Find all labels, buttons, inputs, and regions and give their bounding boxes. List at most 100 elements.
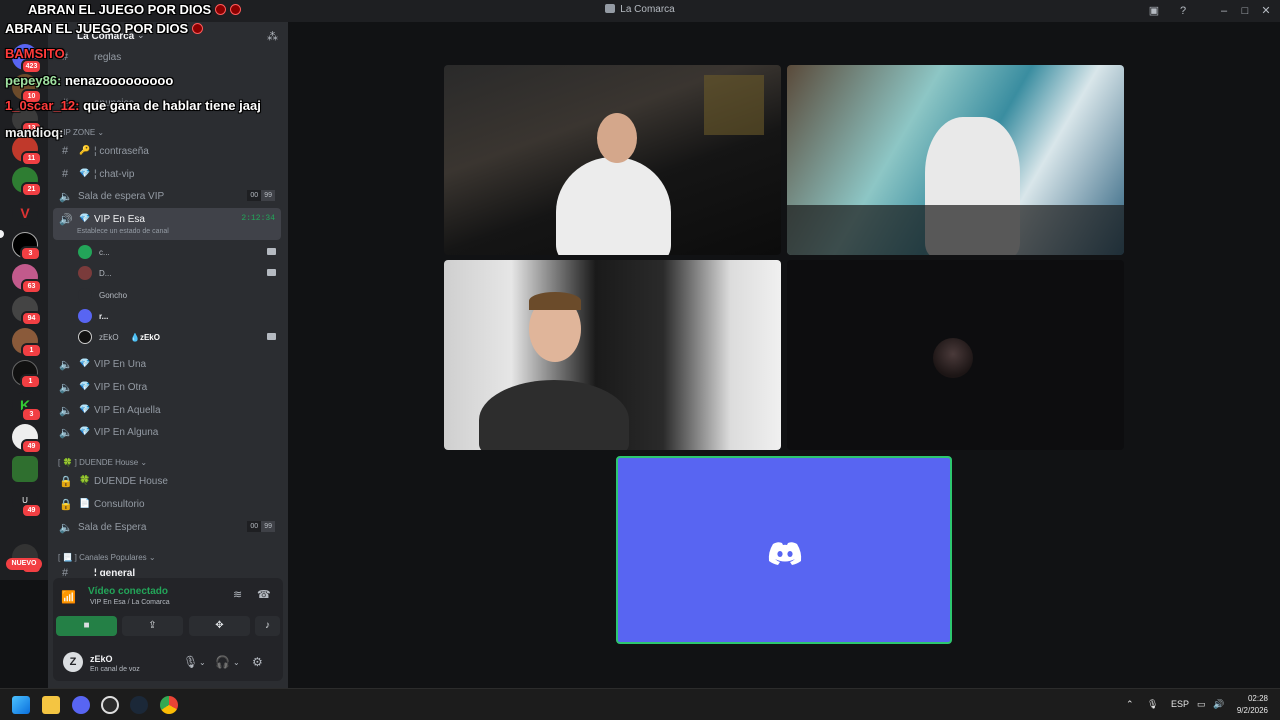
video-tile[interactable] [787,260,1124,450]
participant-video [479,380,629,450]
disconnect-icon[interactable]: ☎ [257,588,271,601]
chrome-icon[interactable] [160,696,178,714]
video-tile[interactable] [787,65,1124,255]
video-tile[interactable] [444,65,781,255]
overlay-message: ABRAN EL JUEGO POR DIOS [28,2,242,17]
voice-status: Vídeo conectado [88,586,169,597]
channel-reglas[interactable]: # reglas [53,46,281,68]
channel-general[interactable]: # ¦ general [53,564,281,576]
server-icon[interactable]: 1 [12,360,41,389]
help-icon[interactable]: ? [1175,3,1191,19]
server-icon[interactable]: 1 [12,328,42,358]
headphones-icon[interactable]: 🎧 [215,655,230,669]
steam-icon[interactable] [130,696,148,714]
start-icon[interactable] [12,696,30,714]
video-tile-speaking[interactable] [616,456,952,644]
avatar [78,330,92,344]
app-icon[interactable] [101,696,119,714]
channel-consultorio[interactable]: 🔒 📄 Consultorio [53,493,281,515]
voice-user[interactable]: Goncho [78,285,278,305]
discord-icon[interactable] [72,696,90,714]
avatar [78,309,92,323]
voice-user[interactable]: zEkO 💧zEkO [78,327,278,347]
voice-user[interactable]: D... [78,263,278,283]
gear-icon[interactable]: ⚙ [252,655,263,669]
overlay-message: 1_0scar_12: que gana de hablar tiene jaa… [5,98,261,113]
diamond-icon: 💎 [79,404,91,414]
category-popular[interactable]: [ 📃 ] Canales Populares ⌄ [58,553,156,562]
speaker-icon: 🔈 [59,427,73,439]
language-indicator[interactable]: ESP [1171,699,1189,709]
server-icon[interactable]: K3 [12,392,42,422]
close-button[interactable]: ✕ [1258,3,1274,19]
overlay-message: BAMSITO [5,46,65,61]
server-icon[interactable]: U 49 [12,488,42,518]
speaker-icon: 🔈 [59,405,73,417]
channel-status[interactable]: Establece un estado de canal [77,228,169,235]
chevron-down-icon[interactable]: ⌄ [233,658,240,667]
channel-duende-house[interactable]: 🔒 🍀 DUENDE House [53,470,281,492]
new-unread-pill[interactable]: NUEVO [6,558,42,570]
emote-icon [230,4,242,15]
inbox-icon[interactable]: ▣ [1146,3,1162,19]
lock-icon: 🔒 [59,499,73,511]
speaker-icon: 🔈 [59,359,73,371]
video-tile[interactable] [444,260,781,450]
microphone-icon[interactable]: 🎙 [1147,699,1158,710]
channel-sala-espera-vip[interactable]: 🔈 Sala de espera VIP 00 99 [53,185,281,207]
soundboard-button[interactable]: ♪ [255,616,280,636]
voice-user[interactable]: c... [78,242,278,262]
server-icon[interactable]: 94 [12,296,42,326]
server-icon[interactable]: 3 [12,232,41,261]
file-explorer-icon[interactable] [42,696,60,714]
server-icon[interactable]: 21 [12,167,42,197]
voice-user[interactable]: r... [78,306,278,326]
hash-icon: # [61,168,69,180]
avatar[interactable]: Z [63,652,83,672]
user-status: En canal de voz [90,666,140,673]
camera-button[interactable]: ■ [56,616,117,636]
avatar [933,338,973,378]
channel-vip-en-una[interactable]: 🔈 💎 VIP En Una [53,353,281,375]
maximize-button[interactable]: □ [1237,3,1253,19]
volume-icon[interactable]: 🔊 [1213,699,1224,710]
chevron-down-icon[interactable]: ⌄ [199,658,206,667]
screen-share-button[interactable]: ⇪ [122,616,183,636]
microphone-icon[interactable]: 🎙 [183,655,198,669]
server-icon[interactable]: V [12,200,38,226]
emote-icon [215,4,227,15]
channel-vip-en-esa[interactable]: 🔊 💎 VIP En Esa 2:12:34 [53,208,281,240]
channel-sala-de-espera[interactable]: 🔈 Sala de Espera 00 99 [53,516,281,538]
noise-suppression-icon[interactable]: ≋ [233,588,242,601]
camera-icon [267,333,276,340]
server-icon[interactable]: 63 [12,264,42,294]
activities-button[interactable]: ✥ [189,616,250,636]
poster [704,75,764,135]
diamond-icon: 💎 [79,358,91,368]
channel-vip-en-otra[interactable]: 🔈 💎 VIP En Otra [53,376,281,398]
diamond-icon: 💎 [79,168,91,178]
signal-icon[interactable]: 📶 [61,590,77,606]
participant-video [556,157,671,255]
channel-chat-vip[interactable]: # 💎 ¦ chat-vip [53,163,281,185]
invite-people-icon[interactable]: ⁂ [267,30,278,43]
minimize-button[interactable]: – [1216,3,1232,19]
category-vip[interactable]: VIP ZONE ⌄ [58,128,104,137]
server-icon[interactable]: 49 [12,424,42,454]
channel-contrasena[interactable]: # 🔑 ¦ contraseña [53,140,281,162]
network-icon[interactable]: ▭ [1197,699,1206,710]
voice-location[interactable]: VIP En Esa / La Comarca [90,599,170,606]
user-limit: 00 99 [247,521,275,532]
camera-icon [267,269,276,276]
user-panel: Z zEkO En canal de voz 🎙 ⌄ 🎧 ⌄ ⚙ [53,643,283,681]
diamond-icon: 💎 [79,213,91,223]
channel-vip-en-alguna[interactable]: 🔈 💎 VIP En Alguna [53,421,281,443]
key-icon: 🔑 [79,145,91,155]
chevron-up-icon[interactable]: ⌃ [1126,699,1134,710]
category-duende[interactable]: [ 🍀 ] DUENDE House ⌄ [58,458,147,467]
avatar [78,245,92,259]
discord-logo-icon [768,542,802,565]
channel-vip-en-aquella[interactable]: 🔈 💎 VIP En Aquella [53,399,281,421]
clock[interactable]: 02:28 9/2/2026 [1237,693,1268,717]
server-icon[interactable] [12,456,38,482]
